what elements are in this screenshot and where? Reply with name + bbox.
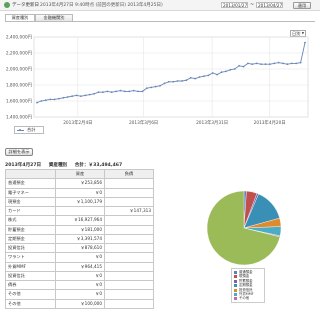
pie-chart bbox=[206, 190, 282, 266]
pie-legend-label: 現預金 bbox=[239, 274, 250, 279]
pie-legend-item: その他 bbox=[233, 296, 263, 301]
pie-legend-label: 定期預金 bbox=[239, 283, 253, 288]
pie-legend-swatch bbox=[234, 297, 237, 301]
pie-legend: 普通預金 現預金 貯蓄預金 定期預金 投資信託 外貨MMF その他 bbox=[231, 268, 265, 303]
pie-legend-label: その他 bbox=[239, 296, 250, 301]
